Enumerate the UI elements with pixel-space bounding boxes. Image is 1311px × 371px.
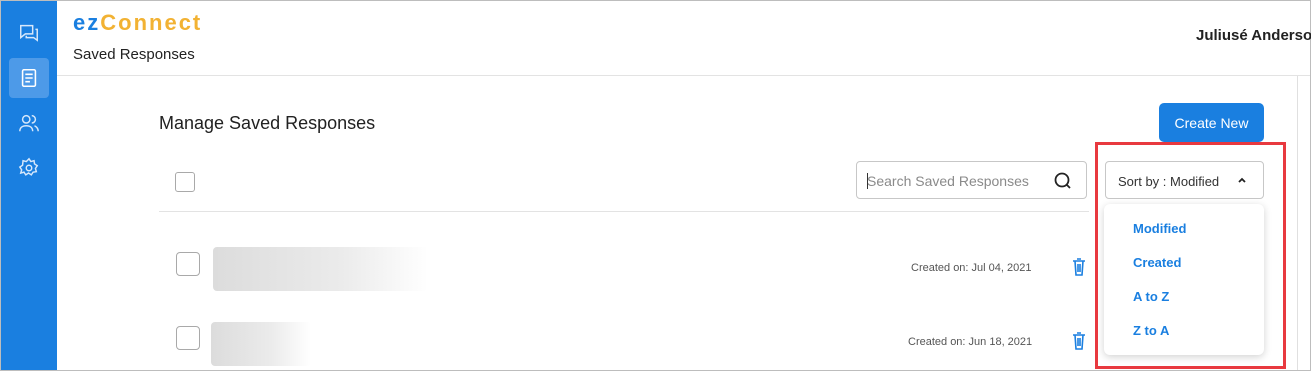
search-icon[interactable] bbox=[1053, 171, 1073, 191]
chat-icon bbox=[20, 24, 38, 42]
brand-logo-part2: Connect bbox=[100, 10, 203, 35]
sidebar-item-saved-responses[interactable] bbox=[9, 58, 49, 98]
users-icon bbox=[19, 114, 39, 132]
user-name[interactable]: Juliusé Anderson bbox=[1196, 27, 1311, 44]
trash-icon[interactable] bbox=[1072, 332, 1086, 350]
brand-logo-part1: ez bbox=[73, 10, 101, 35]
text-cursor bbox=[867, 173, 868, 189]
select-all-checkbox[interactable] bbox=[175, 172, 195, 192]
page-title: Manage Saved Responses bbox=[159, 113, 376, 133]
response-preview-redacted[interactable] bbox=[211, 322, 311, 366]
annotation-highlight-box bbox=[1095, 142, 1286, 369]
header-divider bbox=[57, 75, 1310, 76]
brand-logo: ezConnect bbox=[73, 10, 202, 36]
document-icon bbox=[21, 68, 37, 88]
trash-icon[interactable] bbox=[1072, 258, 1086, 276]
scrollbar-track bbox=[1297, 76, 1298, 370]
sidebar bbox=[1, 1, 57, 370]
settings-icon bbox=[18, 157, 39, 176]
sidebar-item-settings[interactable] bbox=[9, 148, 49, 188]
response-preview-redacted[interactable] bbox=[213, 247, 428, 291]
search-placeholder: Search Saved Responses bbox=[867, 173, 1029, 189]
create-new-button[interactable]: Create New bbox=[1159, 103, 1264, 142]
sidebar-item-conversations[interactable] bbox=[9, 13, 49, 53]
created-date: Created on: Jul 04, 2021 bbox=[911, 262, 1032, 274]
row-checkbox[interactable] bbox=[176, 252, 200, 276]
search-input[interactable]: Search Saved Responses bbox=[856, 161, 1087, 199]
row-checkbox[interactable] bbox=[176, 326, 200, 350]
sidebar-item-contacts[interactable] bbox=[9, 103, 49, 143]
section-title: Saved Responses bbox=[73, 46, 195, 63]
created-date: Created on: Jun 18, 2021 bbox=[908, 336, 1033, 348]
list-divider bbox=[159, 211, 1089, 212]
